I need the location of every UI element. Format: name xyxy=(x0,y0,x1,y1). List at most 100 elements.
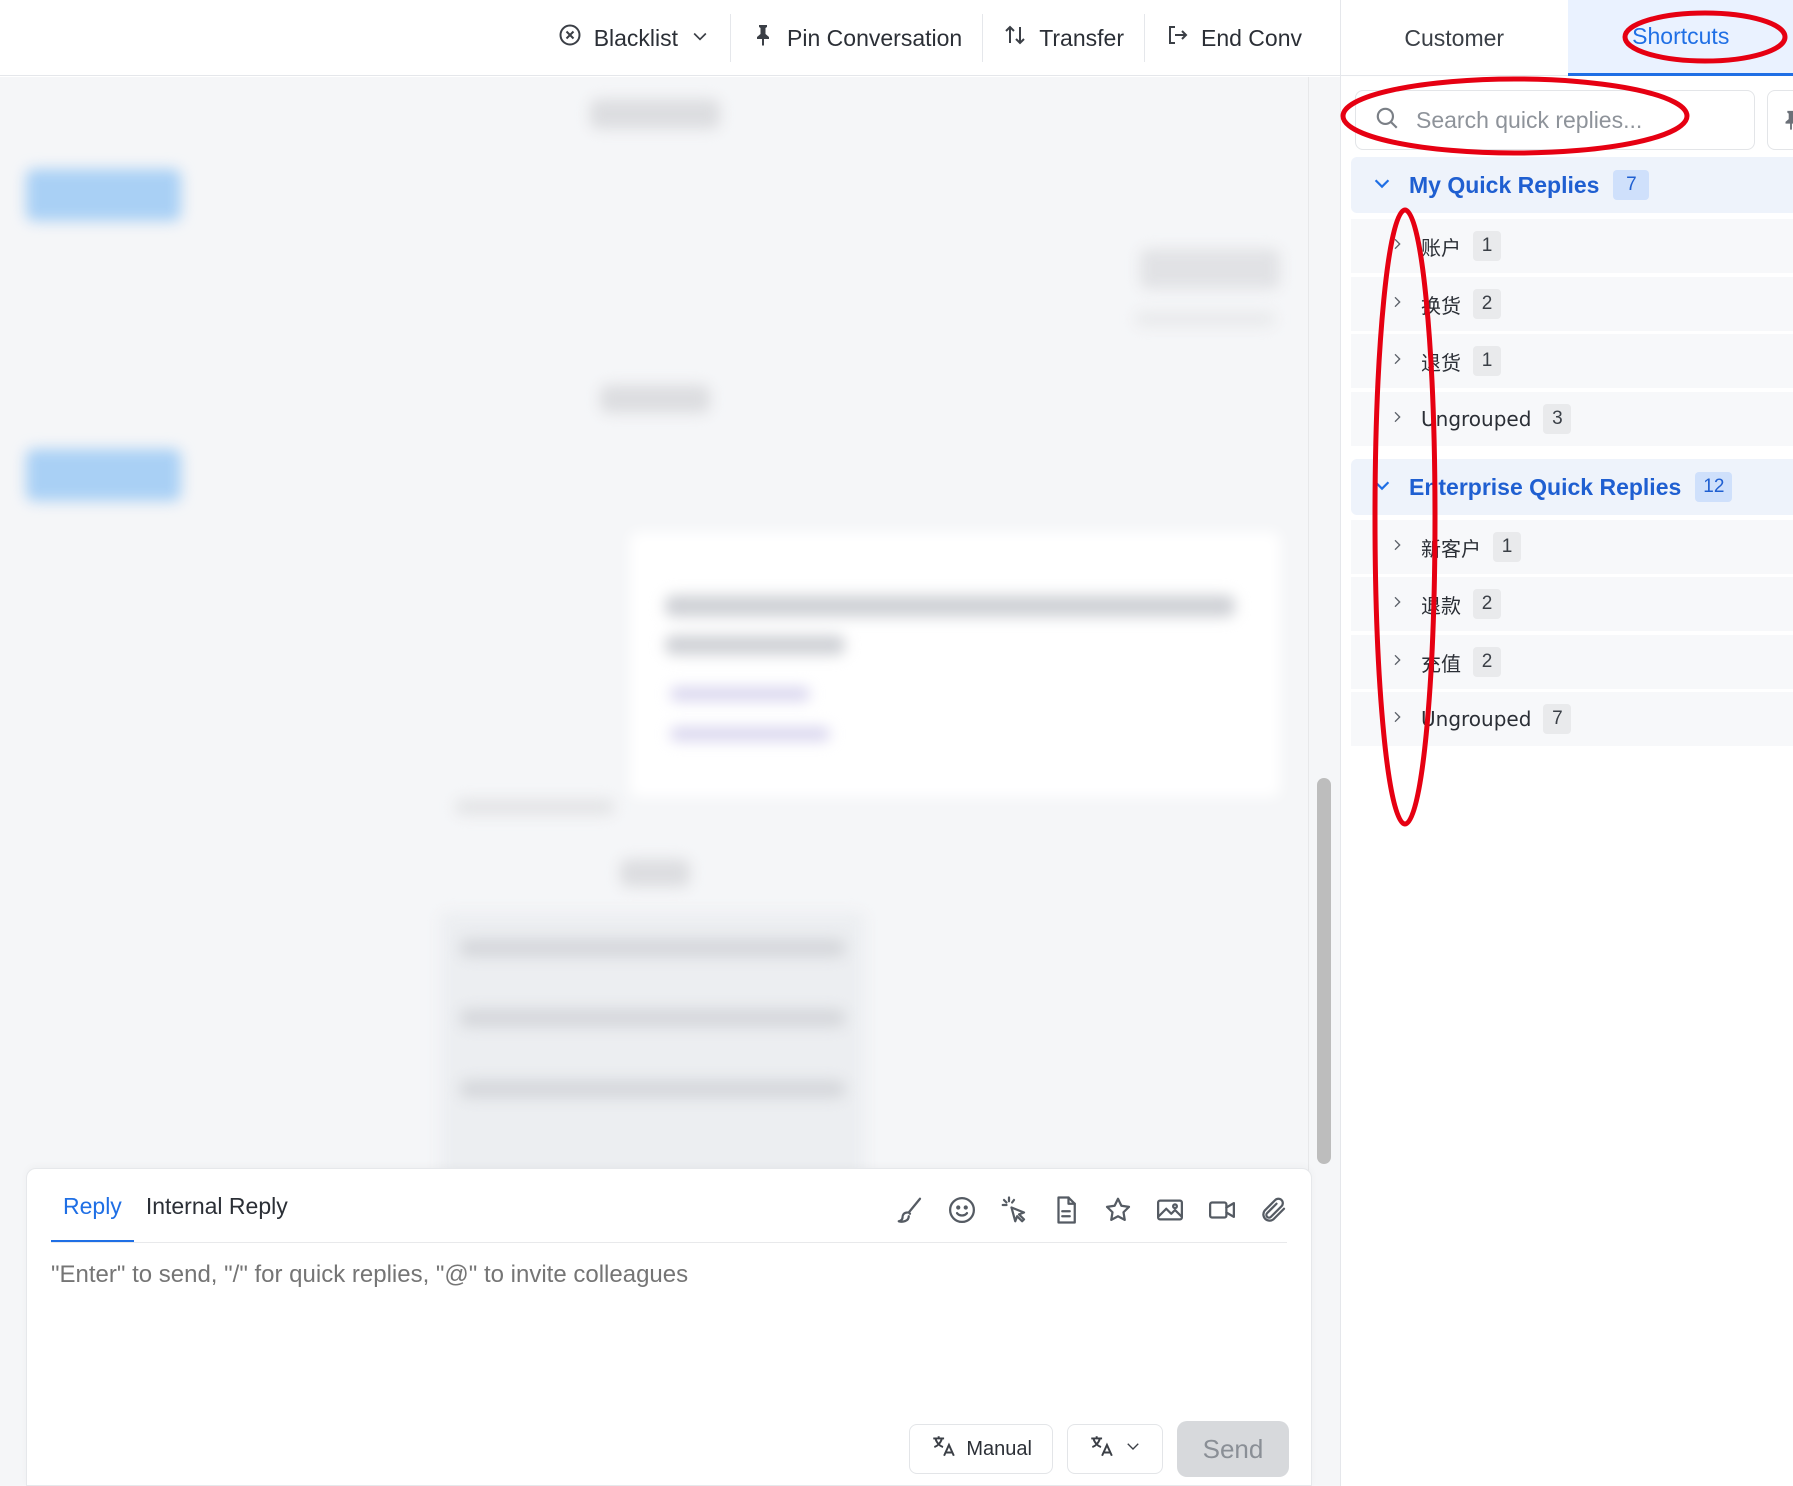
toolbar-actions: Blacklist Pin Conversation Transfer End … xyxy=(538,0,1322,76)
category-label: 退款 xyxy=(1421,593,1461,618)
blacklist-button[interactable]: Blacklist xyxy=(538,0,730,76)
list-item-category[interactable]: Ungrouped 7 xyxy=(1351,692,1793,746)
tab-shortcuts[interactable]: Shortcuts xyxy=(1567,0,1793,76)
translate-icon xyxy=(930,1433,956,1465)
composer-toolbar xyxy=(895,1195,1289,1225)
blurred-message-bubble xyxy=(1140,249,1280,289)
document-icon[interactable] xyxy=(1051,1195,1081,1225)
side-panel-tabs: Customer Shortcuts xyxy=(1341,0,1793,76)
blurred-system-message xyxy=(600,385,710,413)
category-count-badge: 1 xyxy=(1473,346,1501,376)
category-label: Ungrouped xyxy=(1421,707,1532,731)
conversation-toolbar: Blacklist Pin Conversation Transfer End … xyxy=(0,0,1340,76)
category-count-badge: 3 xyxy=(1543,404,1572,434)
chevron-right-icon xyxy=(1389,236,1405,257)
group-my-quick-replies[interactable]: My Quick Replies 7 xyxy=(1351,157,1793,213)
blurred-card-line xyxy=(670,727,830,741)
category-count-badge: 2 xyxy=(1473,647,1501,677)
list-item-category[interactable]: 充值 2 xyxy=(1351,635,1793,689)
exit-icon xyxy=(1165,23,1189,53)
side-panel: Customer Shortcuts My Quick Replies 7 账户… xyxy=(1340,0,1793,1486)
blacklist-label: Blacklist xyxy=(593,24,679,51)
pin-filter-button[interactable] xyxy=(1767,90,1793,150)
blurred-card-line xyxy=(665,595,1235,617)
group-count-badge: 12 xyxy=(1695,472,1733,502)
image-icon[interactable] xyxy=(1155,1195,1185,1225)
manual-translate-button[interactable]: Manual xyxy=(909,1424,1053,1474)
chevron-down-icon xyxy=(1371,474,1393,501)
chevron-down-icon xyxy=(1124,1437,1142,1461)
category-count-badge: 2 xyxy=(1473,289,1501,319)
list-item-category[interactable]: Ungrouped 3 xyxy=(1351,392,1793,446)
pin-icon xyxy=(751,23,775,53)
blurred-card xyxy=(630,532,1280,797)
translate-language-dropdown[interactable] xyxy=(1067,1424,1163,1474)
pin-conversation-button[interactable]: Pin Conversation xyxy=(731,0,982,76)
video-icon[interactable] xyxy=(1207,1195,1237,1225)
blurred-suggestion-line xyxy=(460,1080,845,1098)
category-count-badge: 1 xyxy=(1473,231,1501,261)
tab-reply[interactable]: Reply xyxy=(51,1193,134,1243)
blurred-suggestion-line xyxy=(460,1009,845,1027)
search-icon xyxy=(1374,105,1400,136)
quick-reply-search xyxy=(1355,90,1755,150)
end-label: End Conv xyxy=(1200,24,1302,51)
list-item-category[interactable]: 退货 1 xyxy=(1351,334,1793,388)
list-item-category[interactable]: 退款 2 xyxy=(1351,577,1793,631)
group-enterprise-quick-replies[interactable]: Enterprise Quick Replies 12 xyxy=(1351,459,1793,515)
reply-composer: Reply Internal Reply "Enter" to send, "/… xyxy=(26,1168,1312,1486)
blurred-system-message xyxy=(590,99,720,129)
blurred-message-bubble xyxy=(26,169,181,221)
message-input[interactable] xyxy=(51,1261,1281,1289)
blurred-timestamp xyxy=(455,799,615,815)
close-circle-icon xyxy=(558,23,582,53)
chevron-right-icon xyxy=(1389,294,1405,315)
category-label: 新客户 xyxy=(1421,536,1481,561)
chevron-right-icon xyxy=(1389,709,1405,730)
list-item-category[interactable]: 新客户 1 xyxy=(1351,520,1793,574)
chevron-down-icon xyxy=(1371,172,1393,199)
manual-label: Manual xyxy=(966,1437,1032,1460)
chevron-right-icon xyxy=(1389,351,1405,372)
composer-tabs: Reply Internal Reply xyxy=(51,1169,300,1243)
composer-divider xyxy=(51,1242,1287,1243)
brush-icon[interactable] xyxy=(895,1195,925,1225)
chevron-down-icon xyxy=(690,25,710,52)
chat-scrollbar-thumb[interactable] xyxy=(1317,778,1331,1164)
category-count-badge: 1 xyxy=(1493,532,1521,562)
cursor-click-icon[interactable] xyxy=(999,1195,1029,1225)
category-label: 退货 xyxy=(1421,350,1461,375)
chevron-right-icon xyxy=(1389,537,1405,558)
category-label: 充值 xyxy=(1421,651,1461,676)
search-input[interactable] xyxy=(1416,106,1736,134)
blurred-system-message xyxy=(620,859,690,887)
list-item-category[interactable]: 换货 2 xyxy=(1351,277,1793,331)
chevron-right-icon xyxy=(1389,652,1405,673)
category-count-badge: 2 xyxy=(1473,589,1501,619)
blurred-card-line xyxy=(670,687,810,701)
emoji-icon[interactable] xyxy=(947,1195,977,1225)
group-count-badge: 7 xyxy=(1613,170,1650,200)
send-button[interactable]: Send xyxy=(1177,1421,1289,1477)
pin-label: Pin Conversation xyxy=(787,24,963,51)
category-count-badge: 7 xyxy=(1543,704,1572,734)
list-item-category[interactable]: 账户 1 xyxy=(1351,219,1793,273)
end-conversation-button[interactable]: End Conv xyxy=(1145,0,1322,76)
chevron-right-icon xyxy=(1389,594,1405,615)
transfer-label: Transfer xyxy=(1039,24,1124,51)
category-label: Ungrouped xyxy=(1421,407,1532,431)
blurred-suggestion-line xyxy=(460,939,845,957)
blurred-timestamp xyxy=(1135,312,1275,326)
paperclip-icon[interactable] xyxy=(1259,1195,1289,1225)
transfer-arrows-icon xyxy=(1003,23,1027,53)
group-title: Enterprise Quick Replies xyxy=(1409,473,1682,500)
group-title: My Quick Replies xyxy=(1409,171,1600,198)
blurred-card-line xyxy=(665,635,845,655)
tab-internal-reply[interactable]: Internal Reply xyxy=(134,1193,300,1243)
category-label: 账户 xyxy=(1421,235,1461,260)
chevron-right-icon xyxy=(1389,409,1405,430)
transfer-button[interactable]: Transfer xyxy=(983,0,1144,76)
star-icon[interactable] xyxy=(1103,1195,1133,1225)
tab-customer[interactable]: Customer xyxy=(1341,0,1568,76)
blurred-message-bubble xyxy=(26,449,181,501)
